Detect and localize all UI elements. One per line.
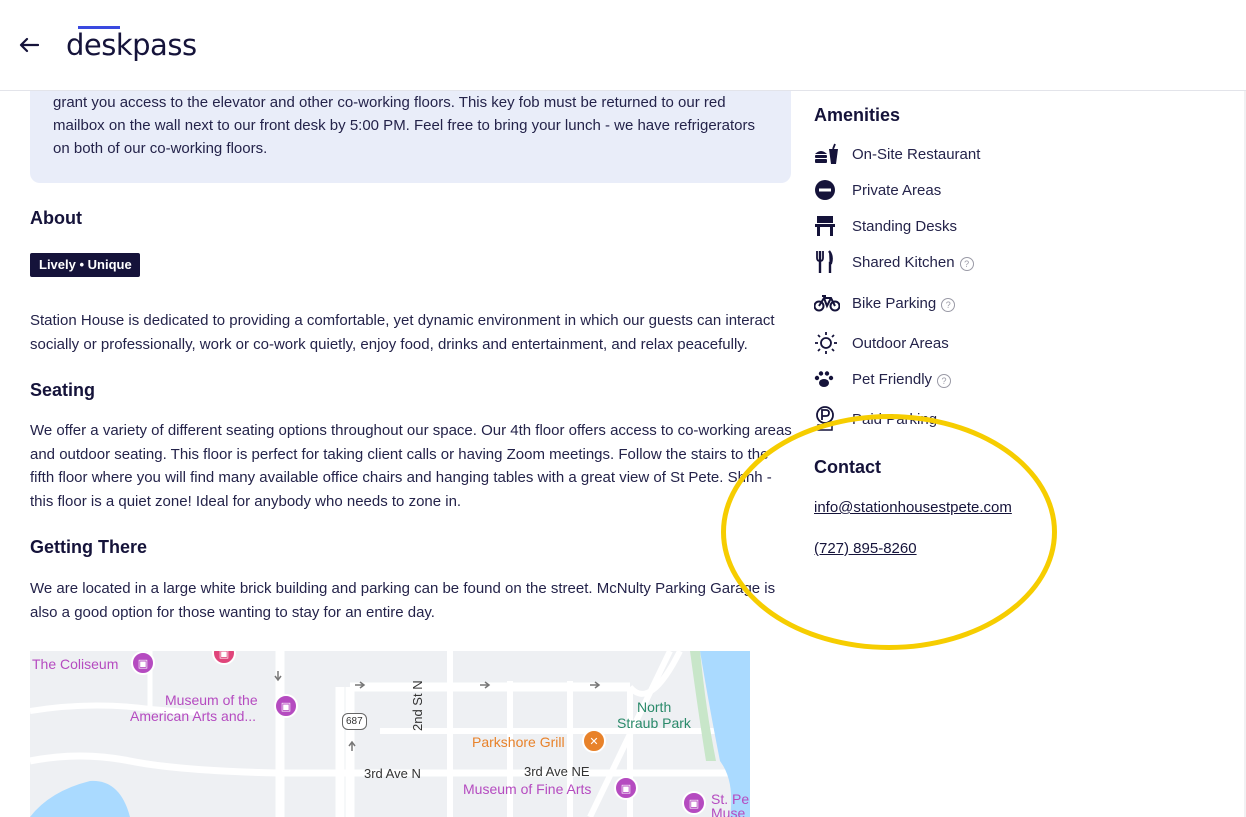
location-map[interactable]: ▣ The Coliseum ▣ ▣ Museum of the America… <box>30 651 750 817</box>
sun-icon <box>814 331 842 355</box>
paw-icon <box>814 367 842 391</box>
seating-title: Seating <box>30 380 96 400</box>
museum-pin-icon[interactable]: ▣ <box>614 776 638 800</box>
back-button[interactable] <box>16 32 42 58</box>
map-roads <box>30 651 750 817</box>
amenity-pet-friendly: Pet Friendly ? <box>814 367 952 391</box>
map-label-st-pete: Muse <box>711 805 746 817</box>
museum-pin-icon[interactable]: ▣ <box>274 694 298 718</box>
about-text: Station House is dedicated to providing … <box>30 312 775 353</box>
about-title: About <box>30 208 82 228</box>
utensils-icon <box>814 250 842 274</box>
contact-title: Contact <box>814 457 881 477</box>
route-shield: 687 <box>342 713 367 730</box>
amenity-label: Shared Kitchen <box>852 253 955 271</box>
help-icon[interactable]: ? <box>959 257 974 271</box>
access-info-box: grant you access to the elevator and oth… <box>30 81 791 183</box>
amenity-label: Bike Parking <box>852 294 937 312</box>
info-line: grant you access to the elevator and oth… <box>53 94 726 111</box>
private-area-icon <box>814 178 842 202</box>
amenity-shared-kitchen: Shared Kitchen ? <box>814 250 974 274</box>
amenity-label: Private Areas <box>852 181 942 199</box>
logo-text: deskpass <box>66 28 197 62</box>
contact-phone-link[interactable]: (727) 895-8260 <box>814 540 917 557</box>
map-label-north-straub: North <box>637 699 672 715</box>
bicycle-icon <box>814 291 842 315</box>
restaurant-icon <box>814 142 842 166</box>
getting-there-title: Getting There <box>30 537 148 557</box>
amenity-label: Outdoor Areas <box>852 334 949 352</box>
amenity-outdoor-areas: Outdoor Areas <box>814 331 949 355</box>
arrow-left-icon <box>19 37 39 53</box>
info-line: on both of our co-working floors. <box>53 140 268 157</box>
map-label-north-straub: Straub Park <box>617 715 691 731</box>
amenity-label: Standing Desks <box>852 217 958 235</box>
amenity-on-site-restaurant: On-Site Restaurant <box>814 142 980 166</box>
top-bar: deskpass <box>0 0 1246 91</box>
map-label-3rd-ave-n: 3rd Ave N <box>364 766 421 781</box>
restaurant-pin-icon[interactable]: ✕ <box>582 729 606 753</box>
amenity-label: Pet Friendly <box>852 370 933 388</box>
amenity-paid-parking: Paid Parking <box>814 406 938 431</box>
map-label-parkshore: Parkshore Grill <box>472 734 565 750</box>
map-label-fine-arts: Museum of Fine Arts <box>463 781 592 797</box>
info-line: mailbox on the wall next to our front de… <box>53 117 756 134</box>
map-label-2nd-st: 2nd St N <box>410 680 425 731</box>
map-label-coliseum: The Coliseum <box>32 656 119 672</box>
amenity-bike-parking: Bike Parking ? <box>814 291 956 315</box>
help-icon[interactable]: ? <box>941 298 956 312</box>
map-label-3rd-ave-ne: 3rd Ave NE <box>524 764 590 779</box>
standing-desk-icon <box>814 214 842 238</box>
vibe-tag: Lively • Unique <box>30 253 140 277</box>
map-label-museum-american: Museum of the <box>165 692 258 708</box>
amenity-label: On-Site Restaurant <box>852 145 981 163</box>
museum-pin-icon[interactable]: ▣ <box>682 791 706 815</box>
map-label-museum-american: American Arts and... <box>130 708 257 724</box>
attraction-pin-icon[interactable]: ▣ <box>131 651 155 675</box>
amenity-standing-desks: Standing Desks <box>814 214 957 238</box>
contact-email-link[interactable]: info@stationhousestpete.com <box>814 499 1012 516</box>
amenities-title: Amenities <box>814 105 901 125</box>
seating-text: We offer a variety of different seating … <box>30 422 792 510</box>
parking-icon <box>814 406 842 431</box>
amenity-private-areas: Private Areas <box>814 178 941 202</box>
help-icon[interactable]: ? <box>937 374 952 388</box>
getting-there-text: We are located in a large white brick bu… <box>30 580 776 621</box>
amenity-label: Paid Parking <box>852 410 938 428</box>
